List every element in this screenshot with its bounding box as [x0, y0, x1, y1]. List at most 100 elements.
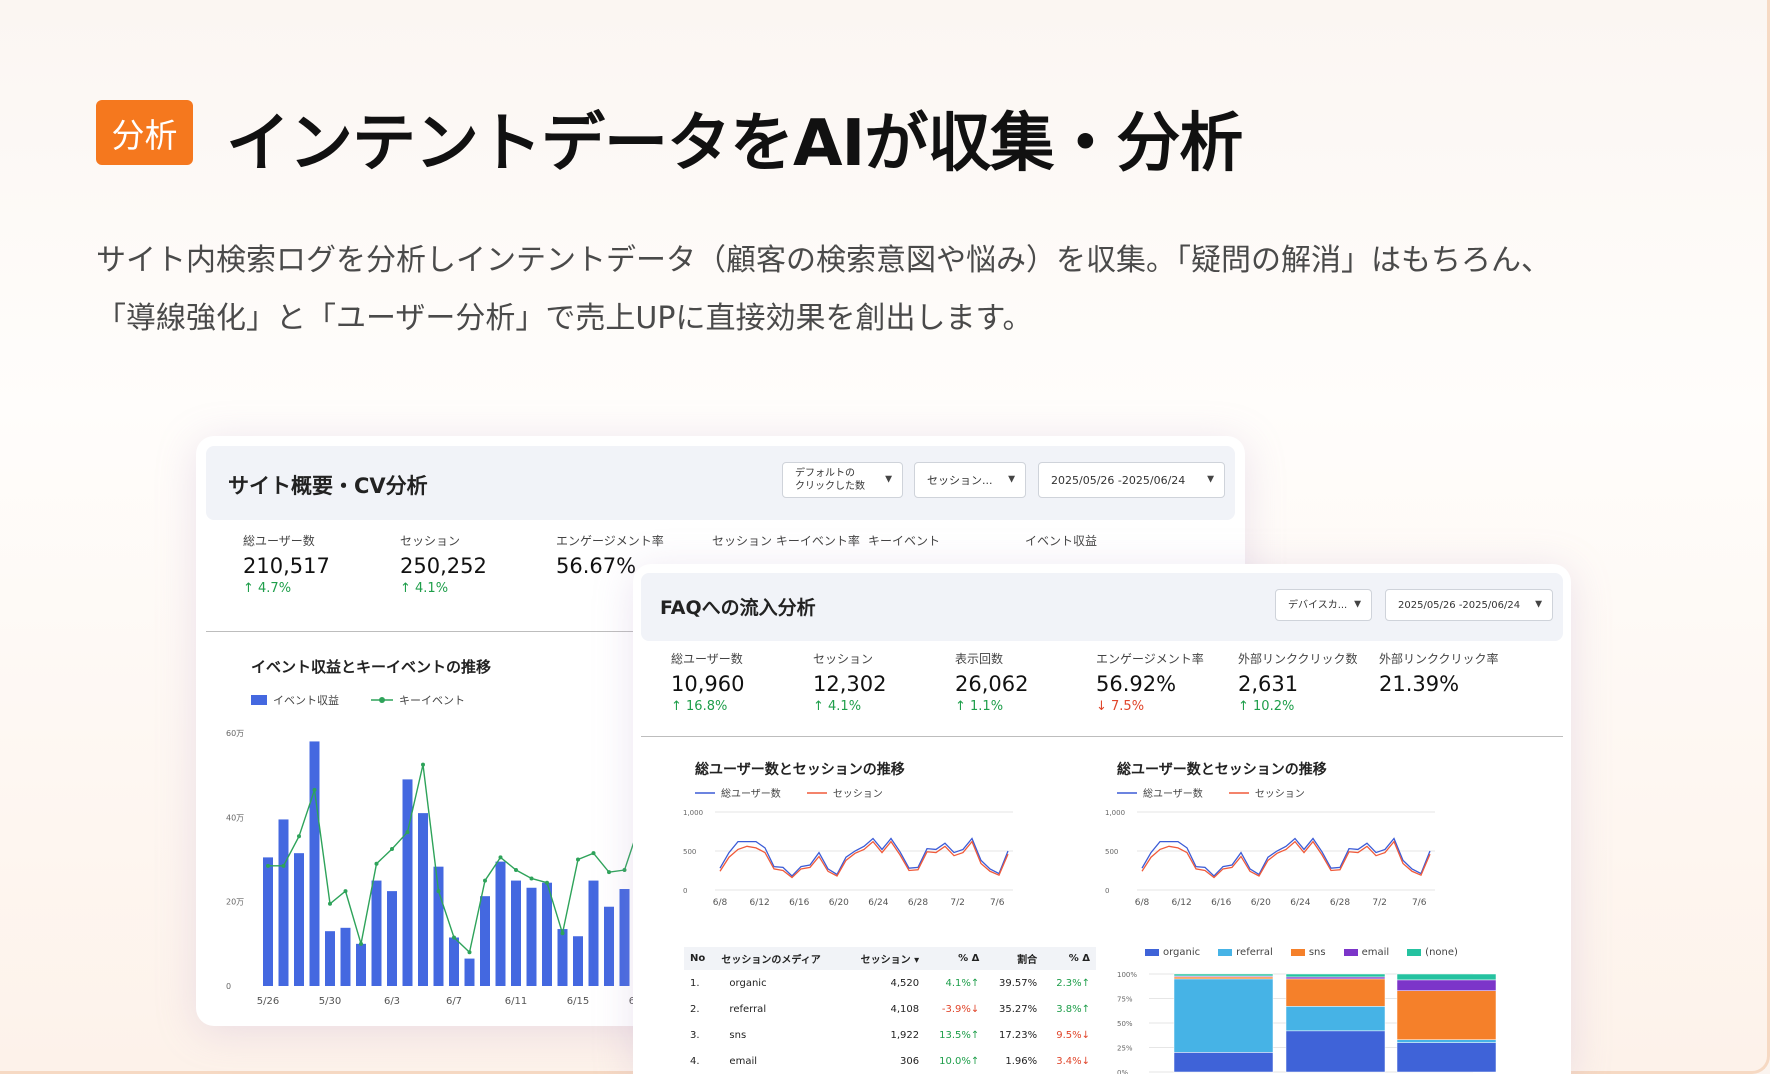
kpi-tile: イベント収益 — [1025, 532, 1097, 549]
kpi-tile: 総ユーザー数 210,517 ↑ 4.7% — [243, 532, 330, 596]
y-tick-label: 0 — [683, 887, 687, 895]
table-cell: 4. — [684, 1048, 715, 1074]
col-media: セッションのメディア — [715, 947, 844, 970]
stack-segment — [1396, 973, 1497, 981]
bar — [619, 889, 630, 986]
line-swatch-icon — [371, 697, 393, 703]
legend-label: sns — [1308, 947, 1326, 958]
table-header-row: No セッションのメディア セッション ▾ % Δ 割合 % Δ — [684, 947, 1096, 970]
kpi-change-value: 4.1% — [415, 581, 449, 596]
legend-label: キーイベント — [399, 694, 465, 707]
kpi-label: 総ユーザー数 — [671, 652, 743, 666]
table-cell: 3.4%↓ — [1043, 1048, 1096, 1074]
kpi-change: ↑ 16.8% — [671, 699, 744, 714]
cell-value: 9.5% — [1056, 1029, 1082, 1041]
legend-swatch-icon — [1145, 949, 1159, 956]
dropdown-label: デフォルトの クリックした数 — [795, 468, 865, 492]
keyevent-point — [390, 846, 394, 851]
x-tick-label: 6/24 — [868, 898, 888, 908]
arrow-up-icon: ↑ — [970, 1055, 980, 1067]
arrow-up-icon: ↑ — [970, 1029, 980, 1041]
table-row[interactable]: 2. referral 4,108 -3.9%↓ 35.27% 3.8%↑ — [684, 996, 1096, 1022]
bar — [604, 906, 614, 986]
cell-value: 3.8% — [1056, 1003, 1082, 1015]
col-delta: % Δ — [925, 947, 986, 970]
col-sessions-sort[interactable]: セッション ▾ — [843, 947, 926, 970]
x-tick-label: 6/8 — [713, 898, 728, 908]
kpi-label: エンゲージメント率 — [556, 534, 664, 548]
clicks-dropdown[interactable]: デフォルトの クリックした数 ▼ — [782, 462, 903, 498]
table-cell: organic — [715, 970, 843, 996]
y-tick-label: 100% — [1117, 971, 1137, 979]
cell-value: 3. — [690, 1029, 700, 1041]
legend-label: セッション — [832, 789, 883, 800]
kpi-tile: セッション キーイベント率 — [712, 532, 860, 549]
caret-down-icon: ▼ — [1207, 474, 1214, 485]
y-tick-label: 60万 — [226, 729, 244, 738]
card-title: FAQへの流入分析 — [660, 597, 816, 619]
keyevent-point — [529, 876, 534, 881]
date-range-dropdown[interactable]: 2025/05/26 -2025/06/24 ▼ — [1385, 589, 1553, 621]
keyevent-point — [560, 931, 565, 936]
cell-value: 4.1% — [945, 977, 971, 989]
date-range-dropdown[interactable]: 2025/05/26 -2025/06/24 ▼ — [1038, 462, 1225, 498]
line-swatch-icon — [695, 791, 715, 794]
y-tick-label: 0% — [1117, 1069, 1128, 1074]
cell-value: 1,922 — [890, 1029, 920, 1041]
kpi-change-value: 4.7% — [258, 581, 292, 596]
legend-label: referral — [1236, 947, 1273, 958]
table-cell: 2. — [684, 996, 715, 1022]
stack-segment — [1285, 1030, 1386, 1073]
y-tick-label: 25% — [1117, 1045, 1133, 1053]
arrow-up-icon: ↑ — [1081, 1003, 1090, 1015]
table-cell: 4,520 — [844, 970, 925, 996]
table-row[interactable]: 1. organic 4,520 4.1%↑ 39.57% 2.3%↑ — [684, 970, 1096, 996]
table-cell: 9.5%↓ — [1043, 1022, 1096, 1048]
dropdown-label: 2025/05/26 -2025/06/24 — [1051, 473, 1186, 487]
kpi-value: 10,960 — [671, 672, 745, 696]
chart-legend: イベント収益 キーイベント — [251, 692, 465, 708]
device-dropdown[interactable]: デバイスカ... ▼ — [1275, 589, 1372, 621]
bar — [433, 866, 444, 986]
stack-segment — [1285, 1006, 1386, 1032]
kpi-change-value: 4.1% — [828, 699, 862, 714]
stack-segment — [1285, 978, 1386, 1007]
legend-label: セッション — [1254, 789, 1305, 800]
keyevent-point — [421, 762, 425, 767]
series-line — [1141, 837, 1431, 877]
table-row[interactable]: 3. sns 1,922 13.5%↑ 17.23% 9.5%↓ — [684, 1022, 1096, 1048]
page-title: インテントデータをAIが収集・分析 — [226, 107, 1243, 181]
x-tick-label: 7/6 — [1412, 898, 1427, 908]
legend-label: 総ユーザー数 — [1143, 789, 1203, 800]
x-tick-label: 6/12 — [749, 898, 769, 908]
x-tick-label: 6/28 — [1330, 898, 1350, 908]
kpi-tile: セッション 250,252 ↑ 4.1% — [400, 532, 487, 596]
kpi-change-value: 10.2% — [1253, 699, 1295, 714]
table-row[interactable]: 4. email 306 10.0%↑ 1.96% 3.4%↓ — [684, 1048, 1096, 1074]
kpi-tile: 外部リンククリック数 2,631 ↑ 10.2% — [1238, 650, 1358, 714]
cell-value: 1. — [690, 977, 700, 989]
cell-value: referral — [729, 1003, 767, 1015]
x-tick-label: 7/6 — [990, 898, 1005, 908]
kpi-value: 12,302 — [813, 672, 887, 696]
cell-value: 4,520 — [890, 977, 920, 989]
x-tick-label: 5/26 — [257, 996, 279, 1007]
session-dropdown[interactable]: セッション... ▼ — [914, 462, 1026, 498]
description-line: サイト内検索ログを分析しインテントデータ（顧客の検索意図や悩み）を収集。「疑問の… — [96, 243, 1551, 278]
kpi-change: ↑ 4.7% — [243, 581, 330, 596]
x-tick-label: 6/7 — [446, 996, 462, 1007]
x-tick-label: 6/24 — [1290, 898, 1310, 908]
bar — [294, 853, 304, 986]
kpi-value: 210,517 — [243, 554, 330, 578]
cell-value: 17.23% — [999, 1029, 1038, 1041]
y-tick-label: 1,000 — [1105, 809, 1125, 817]
x-tick-label: 6/8 — [1135, 898, 1150, 908]
stack-segment — [1173, 1052, 1274, 1073]
keyevent-point — [498, 855, 503, 860]
section-badge: 分析 — [96, 100, 193, 165]
bar — [449, 937, 459, 986]
arrow-down-icon: ↓ — [1081, 1029, 1090, 1041]
kpi-label: セッション — [400, 534, 461, 548]
keyevent-point — [467, 950, 472, 955]
table-cell: 306 — [844, 1048, 925, 1074]
